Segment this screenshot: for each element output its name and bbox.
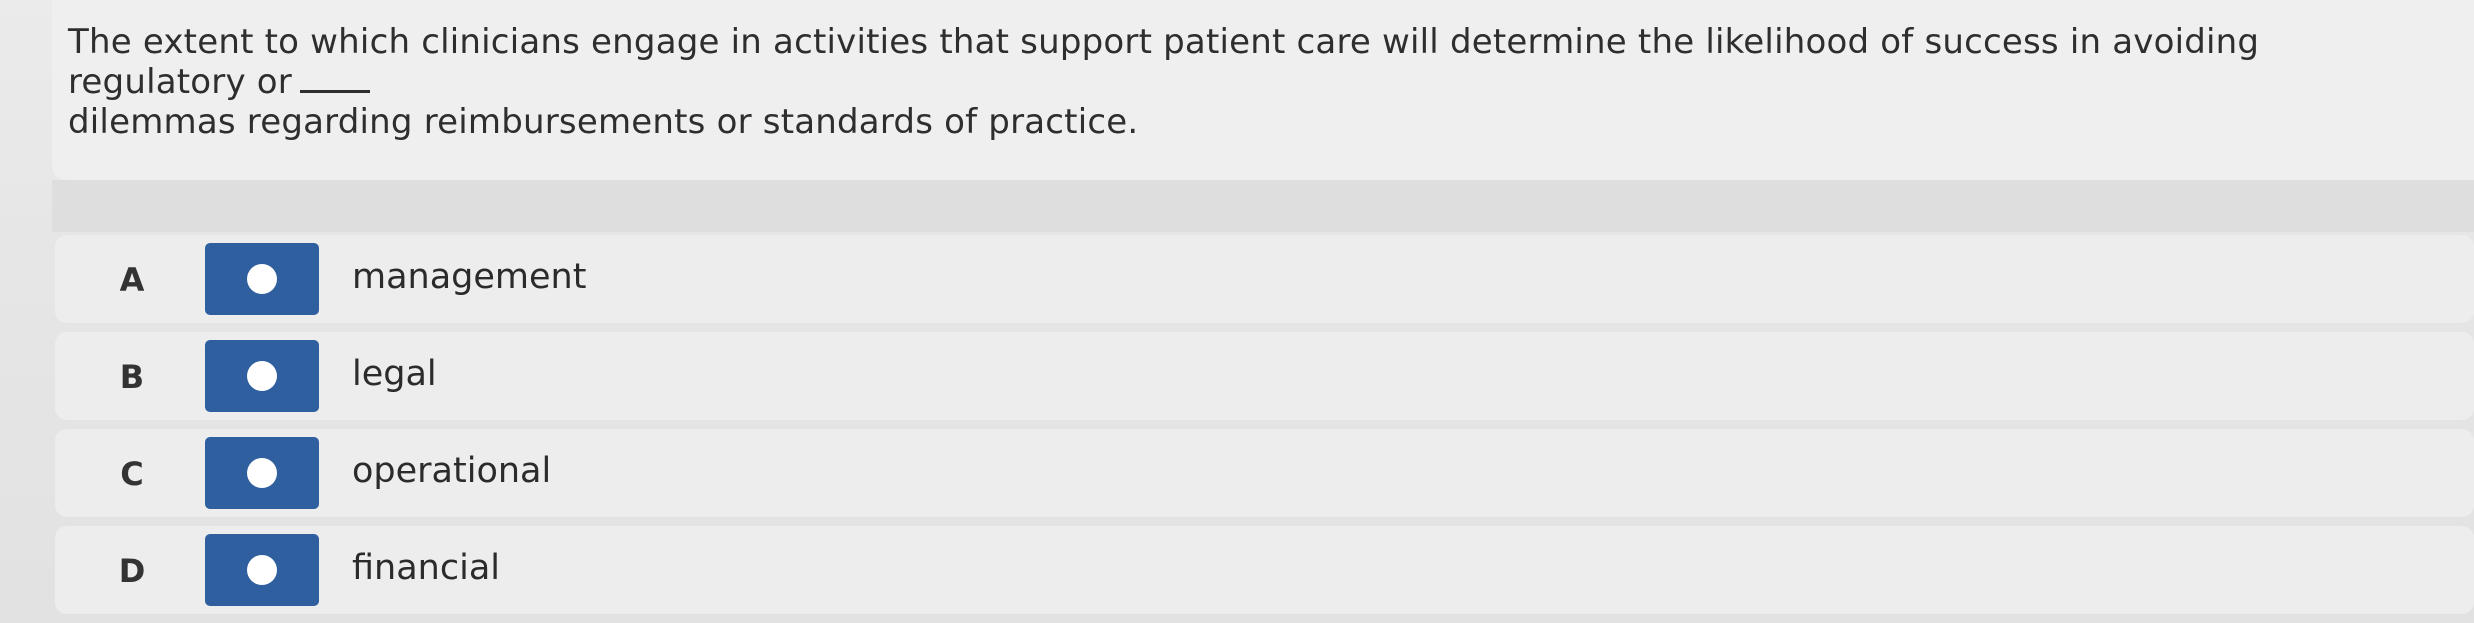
option-label: operational [352, 451, 552, 491]
radio-circle-icon [247, 361, 277, 391]
question-text: The extent to which clinicians engage in… [68, 22, 2260, 102]
radio-button-d[interactable] [205, 534, 319, 606]
option-label: legal [352, 354, 437, 394]
option-a[interactable]: A management [55, 235, 2474, 323]
radio-button-b[interactable] [205, 340, 319, 412]
radio-button-c[interactable] [205, 437, 319, 509]
radio-circle-icon [247, 264, 277, 294]
option-b[interactable]: B legal [55, 332, 2474, 420]
option-c[interactable]: C operational [55, 429, 2474, 517]
option-letter: A [119, 261, 145, 299]
option-label: management [352, 257, 587, 297]
section-divider [52, 180, 2474, 232]
option-letter: D [118, 552, 146, 590]
option-label: financial [352, 548, 500, 588]
question-text-continued: dilemmas regarding reimbursements or sta… [68, 102, 1139, 142]
option-letter: C [120, 455, 144, 493]
radio-circle-icon [247, 555, 277, 585]
option-d[interactable]: D financial [55, 526, 2474, 614]
answer-blank [299, 68, 370, 93]
question-prompt: The extent to which clinicians engage in… [68, 22, 2428, 142]
radio-circle-icon [247, 458, 277, 488]
option-letter: B [119, 358, 145, 396]
answer-options: A management B legal C operational D fin… [55, 235, 2474, 623]
quiz-page: The extent to which clinicians engage in… [0, 0, 2474, 623]
radio-button-a[interactable] [205, 243, 319, 315]
